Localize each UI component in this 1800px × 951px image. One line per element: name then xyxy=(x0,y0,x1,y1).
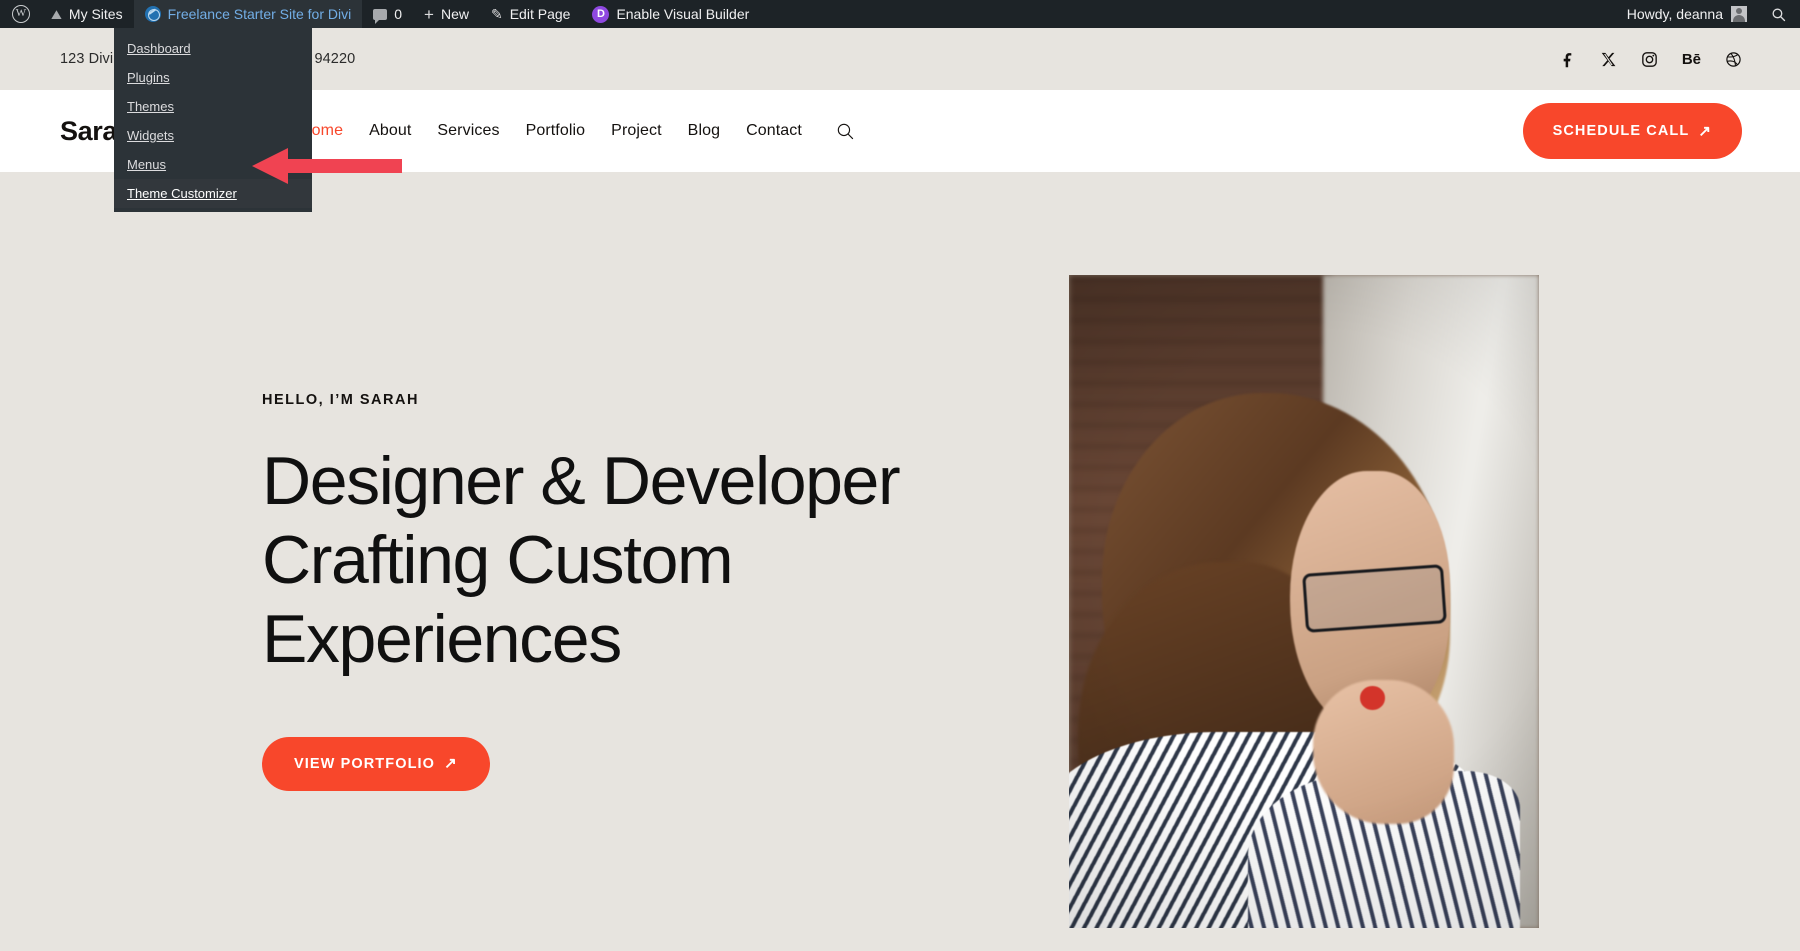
nav-item-about[interactable]: About xyxy=(369,122,411,140)
arrow-up-right-icon: ↗ xyxy=(1698,124,1712,139)
hero-title-line-3: Experiences xyxy=(262,601,621,677)
x-twitter-icon xyxy=(1600,51,1617,68)
wp-admin-bar: ⛰ My Sites Freelance Starter Site for Di… xyxy=(0,0,1800,28)
admin-bar-right-group: Howdy, deanna xyxy=(1615,0,1800,28)
hero-copy: HELLO, I’M SARAH Designer & Developer Cr… xyxy=(262,392,952,791)
admin-bar-site-name[interactable]: Freelance Starter Site for Divi xyxy=(134,0,363,28)
nav-item-services[interactable]: Services xyxy=(437,122,499,140)
my-sites-label: My Sites xyxy=(69,7,123,21)
edit-page-label: Edit Page xyxy=(510,7,571,21)
visual-builder-label: Enable Visual Builder xyxy=(616,7,749,21)
dashboard-speedometer-icon xyxy=(145,6,161,22)
comments-count: 0 xyxy=(394,7,402,21)
admin-bar-spacer xyxy=(760,0,1614,28)
portrait-canvas xyxy=(1069,275,1539,928)
nav-item-contact[interactable]: Contact xyxy=(746,122,802,140)
social-link-instagram[interactable] xyxy=(1641,51,1658,68)
wordpress-logo-icon xyxy=(12,5,30,23)
social-link-dribbble[interactable] xyxy=(1725,51,1742,68)
hero-title-line-1: Designer & Developer xyxy=(262,443,899,519)
nav-item-blog[interactable]: Blog xyxy=(688,122,720,140)
sites-icon: ⛰ xyxy=(51,8,62,21)
schedule-call-label: SCHEDULE CALL xyxy=(1553,123,1690,139)
social-link-x[interactable] xyxy=(1600,51,1617,68)
search-icon xyxy=(1771,7,1786,22)
admin-bar-account[interactable]: Howdy, deanna xyxy=(1615,0,1757,28)
howdy-label: Howdy, deanna xyxy=(1627,6,1723,22)
comment-bubble-icon xyxy=(373,9,387,20)
admin-bar-my-sites[interactable]: ⛰ My Sites xyxy=(40,0,134,28)
social-link-facebook[interactable] xyxy=(1559,51,1576,68)
schedule-call-button[interactable]: SCHEDULE CALL ↗ xyxy=(1523,103,1742,159)
my-sites-dropdown-menu: Dashboard Plugins Themes Widgets Menus T… xyxy=(114,28,312,212)
facebook-icon xyxy=(1559,51,1576,68)
dropdown-item-plugins[interactable]: Plugins xyxy=(114,63,312,92)
nav-search-button[interactable] xyxy=(836,122,855,141)
view-portfolio-label: VIEW PORTFOLIO xyxy=(294,756,435,772)
nav-item-project[interactable]: Project xyxy=(611,122,662,140)
admin-bar-comments[interactable]: 0 xyxy=(362,0,413,28)
photo-vignette xyxy=(1069,275,1539,928)
admin-bar-visual-builder[interactable]: D Enable Visual Builder xyxy=(581,0,760,28)
search-icon xyxy=(836,122,855,141)
social-link-behance[interactable]: Bē xyxy=(1682,52,1701,67)
behance-icon: Bē xyxy=(1682,51,1701,68)
hero-title: Designer & Developer Crafting Custom Exp… xyxy=(262,442,952,679)
hero-portrait-image xyxy=(1069,275,1539,928)
social-links: Bē xyxy=(1559,51,1742,68)
site-name-label: Freelance Starter Site for Divi xyxy=(168,7,352,21)
instagram-icon xyxy=(1641,51,1658,68)
hero-title-line-2: Crafting Custom xyxy=(262,522,732,598)
admin-bar-new[interactable]: + New xyxy=(413,0,480,28)
main-navigation: Home About Services Portfolio Project Bl… xyxy=(300,122,855,141)
avatar xyxy=(1731,6,1747,22)
annotation-arrow-icon xyxy=(252,148,402,184)
plus-icon: + xyxy=(424,6,434,23)
pencil-icon: ✎ xyxy=(491,7,503,21)
new-label: New xyxy=(441,7,469,21)
view-portfolio-button[interactable]: VIEW PORTFOLIO ↗ xyxy=(262,737,490,791)
divi-logo-icon: D xyxy=(592,6,609,23)
wp-logo-button[interactable] xyxy=(0,0,40,28)
admin-bar-search-button[interactable] xyxy=(1757,0,1800,28)
arrow-up-right-icon: ↗ xyxy=(444,756,458,771)
dribbble-icon xyxy=(1725,51,1742,68)
hero-section: HELLO, I’M SARAH Designer & Developer Cr… xyxy=(0,172,1800,951)
admin-bar-edit-page[interactable]: ✎ Edit Page xyxy=(480,0,581,28)
dropdown-item-dashboard[interactable]: Dashboard xyxy=(114,34,312,63)
nav-item-portfolio[interactable]: Portfolio xyxy=(526,122,586,140)
dropdown-item-widgets[interactable]: Widgets xyxy=(114,121,312,150)
dropdown-item-themes[interactable]: Themes xyxy=(114,92,312,121)
hero-eyebrow: HELLO, I’M SARAH xyxy=(262,392,952,408)
